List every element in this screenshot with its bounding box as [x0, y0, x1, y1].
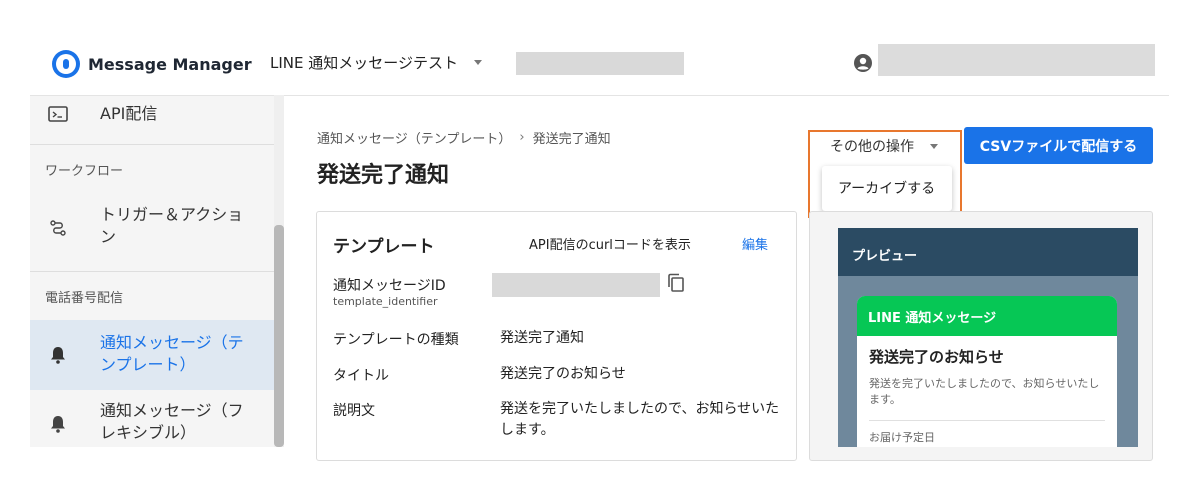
page-title: 発送完了通知: [317, 163, 450, 188]
breadcrumb: 通知メッセージ（テンプレート） › 発送完了通知: [317, 128, 611, 147]
copy-icon[interactable]: [667, 273, 685, 293]
breadcrumb-parent[interactable]: 通知メッセージ（テンプレート）: [317, 128, 511, 147]
sidebar-item-template[interactable]: 通知メッセージ（テ ンプレート）: [30, 320, 274, 390]
sidebar-item-label: トリガー＆アクショ ン: [100, 205, 244, 246]
curl-code-link[interactable]: API配信のcurlコードを表示: [529, 234, 691, 253]
section-phone: 電話番号配信: [45, 291, 124, 306]
id-sublabel: template_identifier: [333, 295, 438, 308]
preview-panel: プレビュー LINE 通知メッセージ 発送完了のお知らせ 発送を完了いたしました…: [838, 228, 1138, 447]
message-header: LINE 通知メッセージ: [857, 296, 1117, 336]
message-body: 発送を完了いたしましたので、お知らせいたします。: [869, 377, 1100, 406]
desc-value: 発送を完了いたしましたので、お知らせいたします。: [500, 401, 780, 438]
message-title: 発送完了のお知らせ: [869, 348, 1004, 366]
top-header: Message Manager LINE 通知メッセージテスト: [0, 0, 1200, 95]
caret-down-icon: [473, 60, 482, 65]
header-divider: [284, 95, 1169, 96]
card-title: テンプレート: [333, 237, 435, 257]
archive-menu-item[interactable]: アーカイブする: [838, 178, 935, 198]
divider: [30, 271, 274, 272]
ops-dropdown-menu: アーカイブする: [822, 166, 952, 211]
type-value: 発送完了通知: [500, 330, 584, 346]
sidebar-item-trigger[interactable]: トリガー＆アクショ ン: [30, 204, 274, 252]
edit-link[interactable]: 編集: [742, 234, 768, 253]
route-icon: [48, 218, 68, 238]
project-name: LINE 通知メッセージテスト: [270, 54, 458, 72]
csv-send-button[interactable]: CSVファイルで配信する: [964, 127, 1153, 164]
delivery-date-label: お届け予定日: [869, 431, 935, 444]
sidebar-item-label: 通知メッセージ（テ ンプレート）: [100, 333, 244, 374]
divider: [30, 144, 274, 145]
bell-icon: [48, 414, 68, 434]
divider: [869, 420, 1105, 421]
breadcrumb-current: 発送完了通知: [532, 132, 611, 147]
project-selector[interactable]: LINE 通知メッセージテスト: [270, 52, 482, 73]
sidebar: API配信 ワークフロー トリガー＆アクショ ン 電話番号配信 通知メッセージ（…: [30, 95, 274, 447]
redacted-id: [492, 273, 660, 297]
id-label: 通知メッセージID: [333, 278, 446, 294]
desc-label: 説明文: [333, 403, 375, 419]
sidebar-item-api[interactable]: API配信: [30, 99, 274, 129]
sidebar-scrollbar-thumb[interactable]: [274, 225, 284, 447]
message-card: LINE 通知メッセージ 発送完了のお知らせ 発送を完了いたしましたので、お知ら…: [857, 296, 1117, 447]
preview-header: プレビュー: [838, 228, 1138, 276]
terminal-icon: [48, 104, 68, 124]
redacted-account: [878, 44, 1155, 76]
account-icon[interactable]: [853, 53, 873, 73]
sidebar-item-label: 通知メッセージ（フ レキシブル）: [100, 401, 244, 442]
breadcrumb-separator: ›: [519, 130, 525, 145]
title-value: 発送完了のお知らせ: [500, 366, 626, 382]
app-name: Message Manager: [88, 54, 252, 74]
type-label: テンプレートの種類: [333, 332, 459, 348]
section-workflow: ワークフロー: [45, 164, 124, 179]
redacted-block: [516, 52, 684, 75]
bell-icon: [48, 345, 68, 365]
sidebar-item-flexible[interactable]: 通知メッセージ（フ レキシブル）: [30, 396, 274, 447]
template-card: テンプレート API配信のcurlコードを表示 編集 通知メッセージID tem…: [316, 211, 797, 461]
sidebar-item-label: API配信: [100, 104, 158, 123]
app-logo[interactable]: Message Manager: [52, 50, 252, 78]
logo-icon: [52, 50, 80, 78]
title-label: タイトル: [333, 368, 389, 384]
